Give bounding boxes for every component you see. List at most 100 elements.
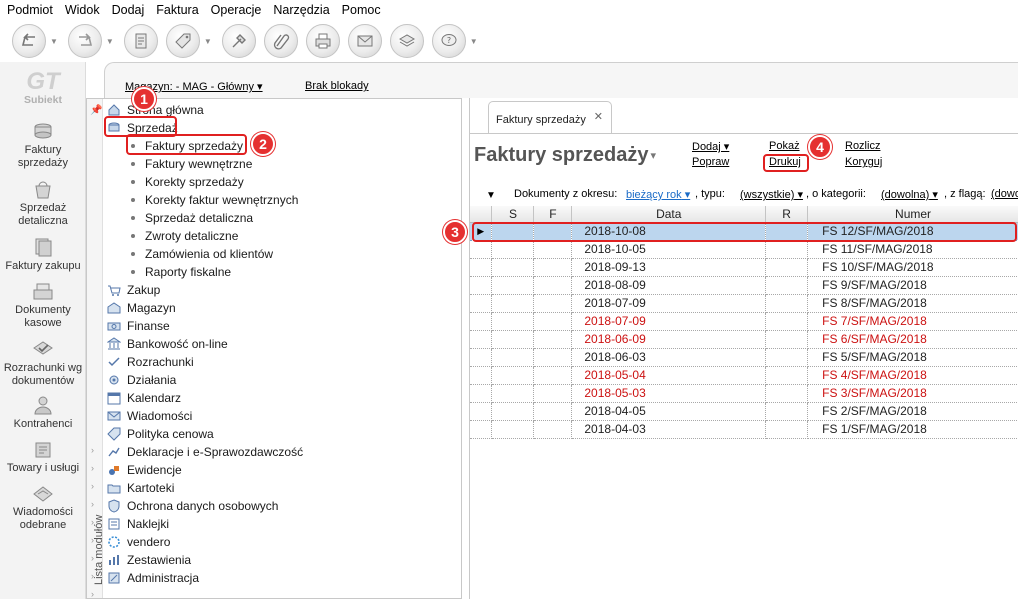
tree-item-polityka-cenowa[interactable]: Polityka cenowa [107, 425, 214, 443]
column-header-f[interactable]: F [533, 206, 573, 223]
tree-item-zwroty-detaliczne[interactable]: Zwroty detaliczne [131, 227, 238, 245]
table-row[interactable]: 2018-06-03 FS 5/SF/MAG/2018 [470, 348, 1018, 367]
chevron-down-icon[interactable]: ▼ [50, 37, 58, 46]
tree-item-kartoteki[interactable]: Kartoteki [107, 479, 174, 497]
help-icon[interactable]: ? [431, 24, 466, 58]
mail-icon [33, 486, 53, 502]
menu-podmiot[interactable]: Podmiot [0, 3, 59, 17]
chevron-down-icon[interactable]: ▼ [470, 37, 478, 46]
tree-item-wiadomosci[interactable]: Wiadomości [107, 407, 192, 425]
table-row[interactable]: 2018-08-09 FS 9/SF/MAG/2018 [470, 276, 1018, 295]
type-filter[interactable]: (wszystkie) ▾ [740, 188, 803, 201]
left-module-towary[interactable]: Towary i usługi [0, 438, 86, 475]
column-header-data[interactable]: Data [571, 206, 767, 223]
table-row[interactable]: 2018-10-05 FS 11/SF/MAG/2018 [470, 240, 1018, 259]
tree-item-bankowosc[interactable]: Bankowość on-line [107, 335, 228, 353]
tree-item-vendero[interactable]: vendero [107, 533, 170, 551]
chevron-right-icon[interactable]: › [91, 463, 94, 473]
table-row[interactable]: 2018-04-05 FS 2/SF/MAG/2018 [470, 402, 1018, 421]
menu-operacje[interactable]: Operacje [205, 3, 268, 17]
left-module-sprzedaz-detaliczna[interactable]: Sprzedaż detaliczna [0, 178, 86, 227]
back-icon[interactable] [12, 24, 46, 58]
menu-widok[interactable]: Widok [59, 3, 106, 17]
document-icon[interactable] [123, 24, 158, 58]
cell-s [491, 348, 535, 367]
forward-icon[interactable] [67, 24, 102, 58]
table-row[interactable]: 2018-07-09 FS 8/SF/MAG/2018 [470, 294, 1018, 313]
close-icon[interactable]: ✕ [594, 110, 603, 123]
chevron-right-icon[interactable]: › [91, 481, 94, 491]
tree-item-ochrona-danych[interactable]: Ochrona danych osobowych [107, 497, 278, 515]
stack-icon[interactable] [389, 24, 424, 58]
tree-item-dzialania[interactable]: Działania [107, 371, 176, 389]
tree-item-strona-glowna[interactable]: Strona główna [107, 101, 204, 119]
tree-item-finanse[interactable]: Finanse [107, 317, 170, 335]
left-module-kontrahenci[interactable]: Kontrahenci [0, 394, 86, 431]
table-row[interactable]: 2018-05-04 FS 4/SF/MAG/2018 [470, 366, 1018, 385]
tag-icon [107, 427, 121, 441]
column-header-r[interactable]: R [765, 206, 809, 223]
left-module-faktury-sprzedazy[interactable]: Faktury sprzedaży [0, 120, 86, 169]
menu-pomoc[interactable]: Pomoc [336, 3, 387, 17]
category-filter[interactable]: (dowolna) ▾ [881, 188, 938, 201]
left-module-dokumenty-kasowe[interactable]: Dokumenty kasowe [0, 280, 86, 329]
column-header-s[interactable]: S [491, 206, 535, 223]
table-row[interactable]: ▶ 2018-10-08 FS 12/SF/MAG/2018 [470, 221, 1018, 241]
rozlicz-button[interactable]: Rozlicz [845, 140, 880, 152]
tree-item-faktury-wewnetrzne[interactable]: Faktury wewnętrzne [131, 155, 252, 173]
cell-number: FS 11/SF/MAG/2018 [807, 240, 1018, 259]
clip-icon[interactable] [263, 24, 298, 58]
tool-icon[interactable] [221, 24, 256, 58]
column-header-numer[interactable]: Numer [807, 206, 1018, 223]
chevron-down-icon[interactable]: ▼ [106, 37, 114, 46]
period-filter[interactable]: bieżący rok ▾ [626, 188, 690, 201]
tree-item-rozrachunki[interactable]: Rozrachunki [107, 353, 194, 371]
tree-item-deklaracje[interactable]: Deklaracje i e-Sprawozdawczość [107, 443, 303, 461]
table-row[interactable]: 2018-09-13 FS 10/SF/MAG/2018 [470, 258, 1018, 277]
tree-item-zamowienia-od-klientow[interactable]: Zamówienia od klientów [131, 245, 273, 263]
tree-item-korekty-sprzedazy[interactable]: Korekty sprzedaży [131, 173, 244, 191]
table-row[interactable]: 2018-05-03 FS 3/SF/MAG/2018 [470, 384, 1018, 403]
tree-item-zestawienia[interactable]: Zestawienia [107, 551, 191, 569]
chevron-down-icon[interactable]: ▾ [651, 150, 657, 162]
cell-s [491, 276, 535, 295]
tree-item-ewidencje[interactable]: Ewidencje [107, 461, 182, 479]
koryguj-button[interactable]: Koryguj [845, 156, 882, 168]
tree-item-sprzedaz[interactable]: Sprzedaż [107, 119, 178, 137]
lock-status-link[interactable]: Brak blokady [305, 80, 369, 92]
left-module-rozrachunki[interactable]: Rozrachunki wg dokumentów [0, 338, 86, 387]
popraw-button[interactable]: Popraw [692, 156, 729, 168]
row-indicator [470, 348, 493, 367]
chevron-right-icon[interactable]: › [91, 589, 94, 599]
tree-item-magazyn[interactable]: Magazyn [107, 299, 176, 317]
tree-item-zakup[interactable]: Zakup [107, 281, 160, 299]
drukuj-button[interactable]: Drukuj [769, 156, 801, 168]
table-row[interactable]: 2018-07-09 FS 7/SF/MAG/2018 [470, 312, 1018, 331]
tree-item-sprzedaz-detaliczna[interactable]: Sprzedaż detaliczna [131, 209, 253, 227]
tree-item-administracja[interactable]: Administracja [107, 569, 199, 587]
tree-item-faktury-sprzedazy[interactable]: Faktury sprzedaży [131, 137, 243, 155]
dodaj-button[interactable]: Dodaj ▾ [692, 140, 729, 153]
expand-icon[interactable]: ▼ [486, 190, 496, 201]
tree-item-korekty-faktur-wewnetrznych[interactable]: Korekty faktur wewnętrznych [131, 191, 298, 209]
pin-icon[interactable]: 📌 [90, 105, 102, 116]
chevron-down-icon[interactable]: ▼ [204, 37, 212, 46]
left-module-wiadomosci[interactable]: Wiadomości odebrane [0, 482, 86, 531]
menu-narzedzia[interactable]: Narzędzia [267, 3, 335, 17]
menu-dodaj[interactable]: Dodaj [106, 3, 151, 17]
tree-item-naklejki[interactable]: Naklejki [107, 515, 169, 533]
printer-icon[interactable] [305, 24, 340, 58]
table-row[interactable]: 2018-04-03 FS 1/SF/MAG/2018 [470, 420, 1018, 439]
envelope-icon[interactable] [347, 24, 382, 58]
table-row[interactable]: 2018-06-09 FS 6/SF/MAG/2018 [470, 330, 1018, 349]
menu-faktura[interactable]: Faktura [150, 3, 204, 17]
tag-icon[interactable] [165, 24, 200, 58]
left-module-faktury-zakupu[interactable]: Faktury zakupu [0, 236, 86, 273]
tree-item-raporty-fiskalne[interactable]: Raporty fiskalne [131, 263, 231, 281]
tab-faktury-sprzedazy[interactable]: Faktury sprzedaży ✕ [488, 101, 612, 133]
flag-filter[interactable]: (dowo [991, 188, 1018, 200]
chevron-right-icon[interactable]: › [91, 445, 94, 455]
pokaz-button[interactable]: Pokaż [769, 140, 800, 152]
page-title[interactable]: Faktury sprzedaży ▾ [474, 144, 656, 167]
tree-item-kalendarz[interactable]: Kalendarz [107, 389, 181, 407]
